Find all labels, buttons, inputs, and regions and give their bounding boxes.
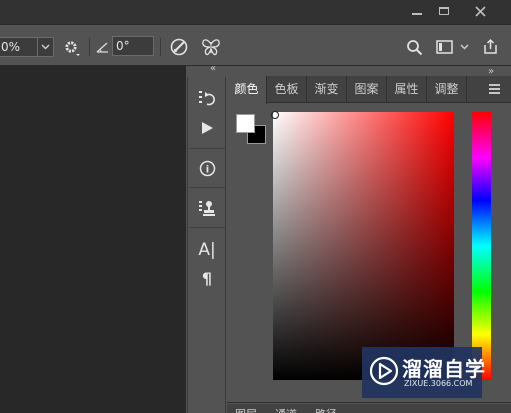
panel-tab-bar: 颜色 色板 渐变 图案 属性 调整 — [227, 76, 511, 104]
brush-settings-button[interactable] — [62, 38, 82, 58]
close-button[interactable] — [463, 0, 497, 22]
share-button[interactable] — [479, 36, 501, 56]
character-icon: A| — [198, 240, 216, 260]
share-icon — [483, 38, 497, 54]
options-bar: 0% 0° — [0, 24, 511, 66]
hue-slider[interactable] — [472, 112, 491, 380]
document-canvas[interactable] — [0, 66, 186, 413]
watermark: 溜溜自学 ZIXUE.3066.COM — [362, 347, 485, 398]
workspace-button[interactable] — [434, 38, 454, 56]
tab-patterns[interactable]: 图案 — [347, 76, 387, 103]
paragraph-panel-button[interactable]: ¶ — [196, 267, 218, 289]
angle-icon — [96, 42, 108, 53]
tab-properties[interactable]: 属性 — [387, 76, 427, 103]
tab-layers[interactable]: 图层 — [235, 406, 257, 413]
group-divider — [190, 227, 225, 228]
pressure-icon — [170, 38, 188, 56]
play-action-icon — [202, 122, 213, 134]
angle-value: 0° — [116, 39, 130, 53]
watermark-title: 溜溜自学 — [402, 357, 486, 381]
tab-adjustments[interactable]: 调整 — [427, 76, 467, 103]
foreground-background-swatches[interactable] — [236, 114, 266, 144]
zoom-dropdown-button[interactable] — [37, 38, 53, 56]
angle-label — [95, 39, 111, 55]
history-panel-button[interactable] — [196, 87, 218, 109]
maximize-icon — [439, 7, 449, 15]
group-divider — [190, 148, 225, 149]
workspace-icon — [435, 40, 453, 54]
collapse-right-icon[interactable]: » — [488, 63, 494, 77]
zoom-field[interactable]: 0% — [0, 37, 54, 57]
search-button[interactable] — [404, 37, 424, 57]
chevron-down-icon — [460, 44, 468, 50]
tab-paths[interactable]: 路径 — [315, 406, 337, 413]
watermark-subtitle: ZIXUE.3066.COM — [404, 379, 473, 388]
history-icon — [199, 91, 215, 106]
layers-panel-tab-bar: 图层 通道 路径 — [227, 404, 511, 413]
close-icon — [474, 5, 486, 17]
chevron-down-icon — [41, 44, 50, 50]
title-bar — [0, 0, 511, 24]
angle-input[interactable]: 0° — [112, 36, 154, 56]
zoom-value: 0% — [1, 40, 21, 54]
tab-swatches[interactable]: 色板 — [267, 76, 307, 103]
pressure-opacity-button[interactable] — [168, 36, 190, 58]
saturation-brightness-field[interactable] — [273, 112, 454, 380]
panel-menu-icon[interactable] — [489, 84, 500, 94]
collapse-bar: « — [186, 63, 226, 76]
toolbar-divider — [89, 38, 90, 56]
collapse-left-icon[interactable]: « — [210, 63, 216, 74]
panel-divider — [227, 402, 511, 403]
actions-panel-button[interactable] — [196, 117, 218, 139]
tab-channels[interactable]: 通道 — [275, 406, 297, 413]
gear-icon — [65, 41, 80, 56]
character-panel-button[interactable]: A| — [196, 239, 218, 261]
toolbar-divider — [160, 38, 161, 56]
group-divider — [190, 187, 225, 188]
info-panel-button[interactable]: i — [196, 157, 218, 179]
panel-icon-strip: i A| ¶ — [187, 77, 226, 413]
tab-gradients[interactable]: 渐变 — [307, 76, 347, 103]
clone-source-panel-button[interactable] — [196, 197, 218, 219]
paragraph-icon: ¶ — [201, 268, 213, 288]
search-icon — [406, 39, 422, 55]
color-picker-cursor[interactable] — [271, 111, 279, 119]
symmetry-button[interactable] — [200, 36, 222, 58]
foreground-color-swatch[interactable] — [236, 114, 255, 133]
maximize-button[interactable] — [427, 0, 461, 22]
butterfly-symmetry-icon — [202, 39, 220, 56]
info-glyph: i — [205, 164, 208, 175]
workspace-dropdown[interactable] — [458, 41, 470, 53]
info-icon: i — [199, 160, 215, 176]
tab-color[interactable]: 颜色 — [227, 76, 267, 104]
minimize-icon — [412, 13, 422, 15]
play-logo-icon — [369, 356, 399, 386]
clone-source-icon — [199, 201, 215, 216]
